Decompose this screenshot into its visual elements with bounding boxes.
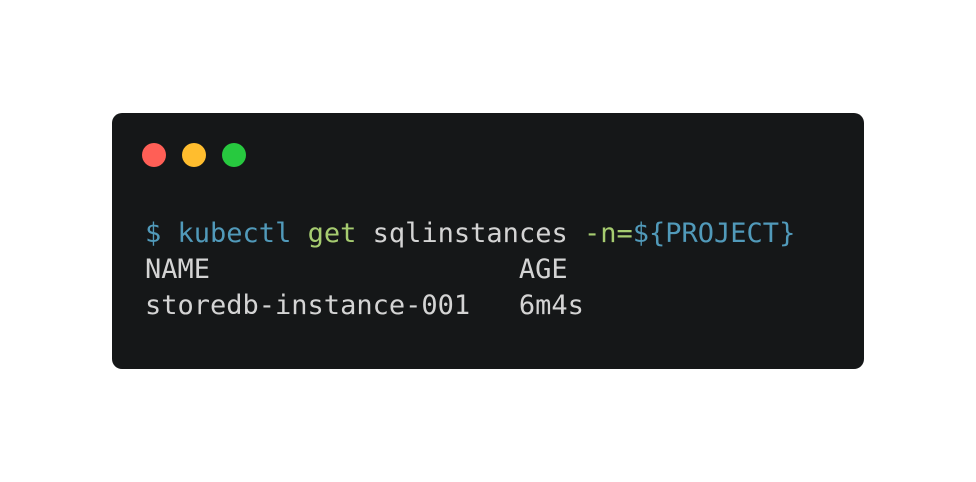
row-age: 6m4s (518, 290, 584, 321)
header-age: AGE (518, 254, 568, 285)
maximize-dot[interactable] (222, 143, 246, 167)
minimize-dot[interactable] (182, 143, 206, 167)
command-line: $ kubectl get sqlinstances -n=${PROJECT} (145, 216, 795, 252)
terminal-output: $ kubectl get sqlinstances -n=${PROJECT}… (145, 216, 795, 324)
command-flag: -n= (583, 218, 633, 249)
output-header: NAME AGE (145, 252, 795, 288)
terminal-window: $ kubectl get sqlinstances -n=${PROJECT}… (112, 113, 864, 369)
prompt-symbol: $ (145, 218, 162, 249)
close-dot[interactable] (142, 143, 166, 167)
header-name: NAME (145, 254, 211, 285)
command-name: kubectl (177, 218, 292, 249)
window-controls (142, 143, 246, 167)
command-variable: ${PROJECT} (632, 218, 796, 249)
table-row: storedb-instance-001 6m4s (145, 288, 795, 324)
command-resource: sqlinstances (372, 218, 568, 249)
row-name: storedb-instance-001 (145, 290, 471, 321)
command-subcommand: get (307, 218, 357, 249)
